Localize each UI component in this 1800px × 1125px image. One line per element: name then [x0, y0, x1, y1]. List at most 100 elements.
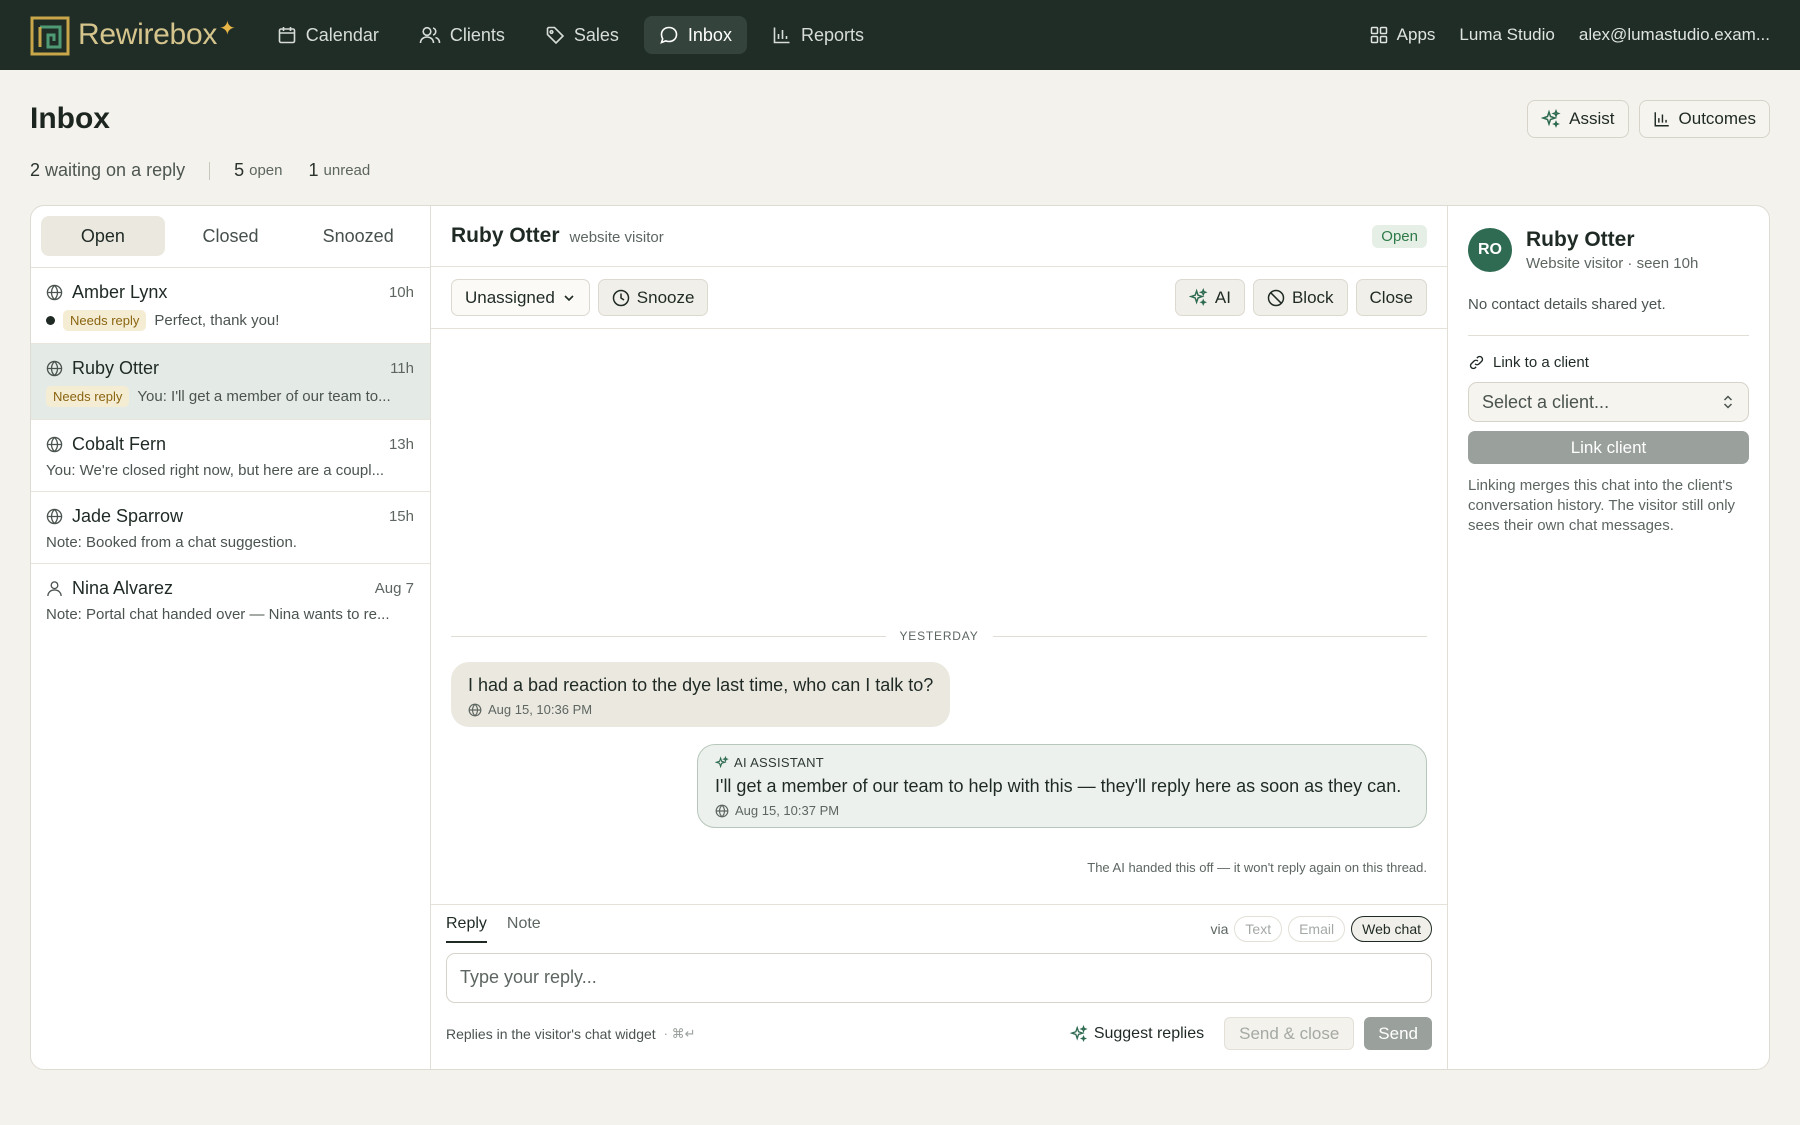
channel-text[interactable]: Text [1234, 916, 1283, 942]
assist-button[interactable]: Assist [1527, 100, 1629, 138]
page-header: Inbox 2 waiting on a reply 5 open 1 unre… [0, 70, 1800, 205]
conversation-header: Ruby Otter website visitor Open [431, 206, 1447, 267]
sparkles-icon [1069, 1024, 1088, 1043]
handoff-note: The AI handed this off — it won't reply … [1087, 860, 1427, 875]
day-divider: YESTERDAY [451, 629, 1427, 643]
contact-panel: RO Ruby Otter Website visitor · seen 10h… [1448, 206, 1769, 1069]
close-label: Close [1369, 287, 1413, 307]
unread-label: unread [323, 162, 371, 179]
assignee-dropdown[interactable]: Unassigned [451, 279, 590, 316]
list-tabs: Open Closed Snoozed [41, 216, 420, 256]
sparkles-icon [715, 755, 729, 770]
calendar-icon [277, 25, 297, 45]
day-label: YESTERDAY [899, 629, 979, 643]
message-time: Aug 15, 10:36 PM [488, 702, 593, 717]
composer-note: Replies in the visitor's chat widget [446, 1025, 656, 1042]
close-conversation-button[interactable]: Close [1355, 279, 1427, 316]
snooze-button[interactable]: Snooze [597, 279, 709, 316]
suggest-replies-button[interactable]: Suggest replies [1069, 1024, 1205, 1043]
reply-input[interactable] [446, 953, 1432, 1003]
person-icon [46, 580, 63, 597]
conversation-subtitle: website visitor [569, 229, 664, 246]
conversation-name: Amber Lynx [72, 282, 168, 302]
nav-item-sales[interactable]: Sales [530, 16, 634, 54]
composer-footer: Replies in the visitor's chat widget · ⌘… [446, 1017, 1432, 1050]
globe-icon [46, 284, 63, 301]
conversation-item-amber-lynx[interactable]: Amber Lynx 10h Needs reply Perfect, than… [31, 268, 430, 344]
conversation-name: Nina Alvarez [72, 578, 174, 598]
suggest-label: Suggest replies [1093, 1024, 1205, 1042]
nav-item-clients[interactable]: Clients [404, 16, 520, 54]
ai-label: AI [1214, 287, 1231, 307]
message-text: I'll get a member of our team to help wi… [715, 776, 1402, 796]
waiting-label: waiting on a reply [45, 160, 186, 180]
tab-open[interactable]: Open [41, 216, 165, 256]
channel-email[interactable]: Email [1288, 916, 1346, 942]
contact-name: Ruby Otter [1526, 228, 1635, 251]
globe-icon [46, 436, 63, 453]
conversation-time: 10h [388, 284, 414, 301]
outcomes-button[interactable]: Outcomes [1638, 100, 1770, 138]
client-select[interactable]: Select a client... [1468, 382, 1749, 422]
bar-chart-icon [1653, 110, 1671, 128]
conversation-preview: Note: Booked from a chat suggestion. [46, 534, 297, 551]
rewirebox-logo-icon [30, 13, 72, 57]
send-shortcut: · ⌘↵ [663, 1025, 696, 1041]
apps-button[interactable]: Apps [1370, 25, 1436, 45]
no-contact-details: No contact details shared yet. [1468, 296, 1749, 336]
via-label: via [1210, 921, 1229, 937]
needs-reply-badge: Needs reply [63, 310, 147, 331]
link-client-button[interactable]: Link client [1468, 431, 1749, 464]
send-button[interactable]: Send [1364, 1017, 1432, 1050]
nav-items: Calendar Clients Sales Inbox Reports [262, 16, 879, 54]
ai-assistant-label: AI ASSISTANT [715, 755, 1409, 770]
message-meta: Aug 15, 10:36 PM [468, 702, 933, 717]
clock-icon [612, 289, 630, 307]
conversation-time: Aug 7 [374, 580, 414, 597]
conversation-preview: You: I'll get a member of our team to... [137, 388, 391, 405]
conversation-item-cobalt-fern[interactable]: Cobalt Fern 13h You: We're closed right … [31, 420, 430, 492]
conversation-name: Ruby Otter [72, 358, 160, 378]
conversation-preview: Perfect, thank you! [154, 312, 280, 329]
nav-item-calendar[interactable]: Calendar [262, 16, 394, 54]
tab-snoozed[interactable]: Snoozed [296, 216, 420, 256]
needs-reply-badge: Needs reply [46, 386, 130, 407]
conversation-preview: Note: Portal chat handed over — Nina wan… [46, 606, 390, 623]
nav-item-inbox[interactable]: Inbox [643, 16, 747, 54]
page-title: Inbox [30, 102, 110, 135]
channel-web-chat[interactable]: Web chat [1351, 916, 1432, 942]
nav-item-label: Inbox [687, 24, 732, 45]
open-count: 5 [234, 160, 245, 180]
sparkle-icon: ✦ [219, 17, 236, 40]
link-client-help: Linking merges this chat into the client… [1468, 477, 1736, 534]
conversation-item-ruby-otter[interactable]: Ruby Otter 11h Needs reply You: I'll get… [31, 344, 430, 420]
send-and-close-button[interactable]: Send & close [1224, 1017, 1355, 1050]
brand[interactable]: Rewirebox ✦ [30, 13, 236, 57]
sender-label: AI ASSISTANT [734, 755, 825, 770]
divider-line [451, 635, 886, 637]
block-button[interactable]: Block [1252, 279, 1348, 316]
tab-note[interactable]: Note [507, 915, 541, 943]
chat-bubble-icon [659, 25, 679, 45]
tab-closed[interactable]: Closed [169, 216, 293, 256]
account-menu[interactable]: alex@lumastudio.exam... [1579, 25, 1770, 45]
toolbar-actions: AI Block Close [1174, 279, 1427, 316]
brand-name: Rewirebox [78, 18, 218, 51]
unread-count: 1 [308, 160, 319, 180]
link-client-heading: Link to a client [1468, 354, 1749, 371]
studio-switcher[interactable]: Luma Studio [1459, 25, 1554, 45]
message-text: I had a bad reaction to the dye last tim… [468, 675, 934, 695]
ai-button[interactable]: AI [1174, 279, 1245, 316]
tab-reply[interactable]: Reply [446, 915, 487, 943]
chevron-up-down-icon [1721, 394, 1735, 410]
conversation-time: 15h [388, 508, 414, 525]
users-icon [419, 25, 441, 45]
conversation-item-nina-alvarez[interactable]: Nina Alvarez Aug 7 Note: Portal chat han… [31, 564, 430, 635]
conversation-toolbar: Unassigned Snooze AI Block Close [431, 267, 1447, 329]
apps-label: Apps [1396, 25, 1436, 44]
bar-chart-icon [772, 25, 792, 45]
nav-item-reports[interactable]: Reports [757, 16, 879, 54]
message-ai-assistant: AI ASSISTANT I'll get a member of our te… [697, 744, 1427, 828]
conversation-item-jade-sparrow[interactable]: Jade Sparrow 15h Note: Booked from a cha… [31, 492, 430, 564]
sparkles-icon [1541, 109, 1561, 129]
